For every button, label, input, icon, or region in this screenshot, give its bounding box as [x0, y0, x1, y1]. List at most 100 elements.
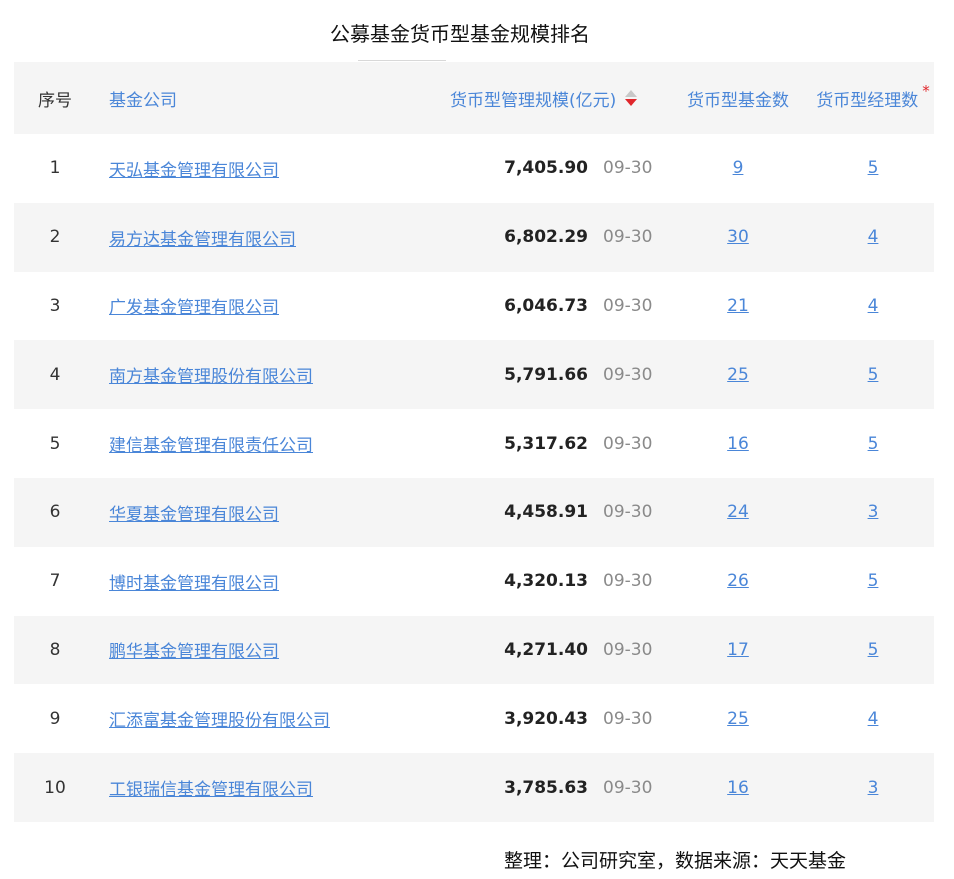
- scale-date: 09-30: [603, 295, 653, 316]
- manager-count-link[interactable]: 4: [868, 296, 879, 316]
- manager-count-link[interactable]: 5: [868, 434, 879, 454]
- header-rank: 序号: [38, 90, 72, 111]
- scale-cell: 5,317.62 09-30: [454, 409, 676, 478]
- company-link[interactable]: 天弘基金管理有限公司: [109, 156, 279, 181]
- title-divider: [358, 60, 446, 61]
- table-row: 4 南方基金管理股份有限公司 5,791.66 09-30 25 5: [14, 340, 934, 410]
- company-link[interactable]: 易方达基金管理有限公司: [109, 225, 296, 250]
- scale-date: 09-30: [603, 777, 653, 798]
- fund-count-link[interactable]: 30: [727, 227, 749, 247]
- fund-count-cell: 25: [678, 684, 798, 753]
- company-link[interactable]: 南方基金管理股份有限公司: [109, 362, 313, 387]
- company-cell: 天弘基金管理有限公司: [109, 134, 449, 203]
- company-link[interactable]: 汇添富基金管理股份有限公司: [109, 706, 330, 731]
- fund-count-cell: 25: [678, 340, 798, 409]
- rank-cell: 5: [49, 433, 61, 454]
- company-link[interactable]: 华夏基金管理有限公司: [109, 500, 279, 525]
- fund-count-cell: 17: [678, 616, 798, 685]
- scale-value: 3,785.63: [504, 777, 588, 798]
- fund-count-cell: 9: [678, 134, 798, 203]
- manager-count-link[interactable]: 4: [868, 709, 879, 729]
- company-cell: 易方达基金管理有限公司: [109, 203, 449, 272]
- rank-cell: 2: [49, 227, 61, 248]
- manager-count-cell: 3: [808, 753, 938, 822]
- company-cell: 南方基金管理股份有限公司: [109, 340, 449, 409]
- scale-date: 09-30: [603, 708, 653, 729]
- fund-count-link[interactable]: 26: [727, 571, 749, 591]
- manager-count-cell: 3: [808, 478, 938, 547]
- asterisk-icon: *: [922, 82, 930, 100]
- table-row: 3 广发基金管理有限公司 6,046.73 09-30 21 4: [14, 271, 934, 341]
- manager-count-cell: 4: [808, 272, 938, 341]
- sort-descending-icon[interactable]: [625, 99, 638, 106]
- company-link[interactable]: 工银瑞信基金管理有限公司: [109, 775, 313, 800]
- fund-count-cell: 26: [678, 547, 798, 616]
- table-row: 5 建信基金管理有限责任公司 5,317.62 09-30 16 5: [14, 409, 934, 478]
- manager-count-link[interactable]: 5: [868, 640, 879, 660]
- scale-date: 09-30: [603, 502, 653, 523]
- scale-value: 4,271.40: [504, 639, 588, 660]
- company-link[interactable]: 广发基金管理有限公司: [109, 293, 279, 318]
- scale-cell: 6,802.29 09-30: [454, 203, 676, 272]
- rank-cell: 4: [49, 364, 61, 385]
- table-row: 1 天弘基金管理有限公司 7,405.90 09-30 9 5: [14, 134, 934, 203]
- header-scale-sortable[interactable]: 货币型管理规模(亿元): [450, 62, 672, 134]
- fund-count-cell: 16: [678, 753, 798, 822]
- fund-count-link[interactable]: 16: [727, 778, 749, 798]
- manager-count-cell: 5: [808, 409, 938, 478]
- scale-date: 09-30: [603, 227, 653, 248]
- fund-count-link[interactable]: 17: [727, 640, 749, 660]
- scale-date: 09-30: [603, 433, 653, 454]
- company-cell: 博时基金管理有限公司: [109, 547, 449, 616]
- sort-ascending-icon[interactable]: [625, 90, 638, 97]
- company-link[interactable]: 建信基金管理有限责任公司: [109, 431, 313, 456]
- manager-count-cell: 5: [808, 340, 938, 409]
- scale-value: 4,320.13: [504, 571, 588, 592]
- company-cell: 鹏华基金管理有限公司: [109, 616, 449, 685]
- company-link[interactable]: 鹏华基金管理有限公司: [109, 637, 279, 662]
- company-cell: 广发基金管理有限公司: [109, 272, 449, 341]
- scale-date: 09-30: [603, 364, 653, 385]
- table-row: 8 鹏华基金管理有限公司 4,271.40 09-30 17 5: [14, 615, 934, 685]
- sort-arrows-icon[interactable]: [625, 90, 638, 106]
- manager-count-cell: 5: [808, 134, 938, 203]
- company-cell: 工银瑞信基金管理有限公司: [109, 753, 449, 822]
- header-manager-count-label: 货币型经理数: [816, 90, 919, 111]
- header-company: 基金公司: [109, 90, 177, 111]
- company-link[interactable]: 博时基金管理有限公司: [109, 569, 279, 594]
- header-scale-label: 货币型管理规模(亿元): [450, 90, 617, 111]
- manager-count-link[interactable]: 5: [868, 571, 879, 591]
- rank-cell: 9: [49, 708, 61, 729]
- manager-count-link[interactable]: 5: [868, 158, 879, 178]
- header-manager-count[interactable]: 货币型经理数 *: [808, 62, 938, 134]
- table-row: 10 工银瑞信基金管理有限公司 3,785.63 09-30 16 3: [14, 753, 934, 822]
- scale-cell: 5,791.66 09-30: [454, 340, 676, 409]
- scale-value: 3,920.43: [504, 708, 588, 729]
- manager-count-link[interactable]: 3: [868, 502, 879, 522]
- scale-cell: 6,046.73 09-30: [454, 272, 676, 341]
- fund-count-link[interactable]: 16: [727, 434, 749, 454]
- scale-value: 5,317.62: [504, 433, 588, 454]
- scale-date: 09-30: [603, 639, 653, 660]
- header-fund-count[interactable]: 货币型基金数: [678, 62, 798, 134]
- fund-count-link[interactable]: 25: [727, 709, 749, 729]
- rank-cell: 6: [49, 502, 61, 523]
- scale-value: 7,405.90: [504, 158, 588, 179]
- rank-cell: 1: [49, 158, 61, 179]
- manager-count-link[interactable]: 5: [868, 365, 879, 385]
- scale-value: 4,458.91: [504, 502, 588, 523]
- manager-count-link[interactable]: 3: [868, 778, 879, 798]
- fund-count-link[interactable]: 21: [727, 296, 749, 316]
- fund-count-link[interactable]: 9: [733, 158, 744, 178]
- fund-count-link[interactable]: 25: [727, 365, 749, 385]
- manager-count-cell: 4: [808, 684, 938, 753]
- manager-count-link[interactable]: 4: [868, 227, 879, 247]
- fund-count-cell: 16: [678, 409, 798, 478]
- scale-value: 6,802.29: [504, 227, 588, 248]
- company-cell: 华夏基金管理有限公司: [109, 478, 449, 547]
- scale-cell: 4,320.13 09-30: [454, 547, 676, 616]
- table-row: 7 博时基金管理有限公司 4,320.13 09-30 26 5: [14, 546, 934, 616]
- fund-count-link[interactable]: 24: [727, 502, 749, 522]
- table-header-row: 序号 基金公司 货币型管理规模(亿元) 货币型基金数 货币型经理数 *: [14, 62, 934, 134]
- rank-cell: 3: [49, 295, 61, 316]
